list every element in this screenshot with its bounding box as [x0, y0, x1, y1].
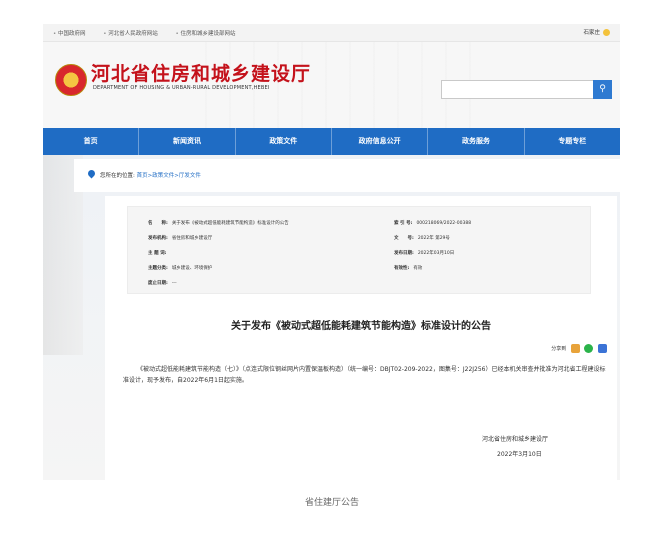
location-pin-icon — [86, 168, 97, 179]
article-body: 《被动式超低能耗建筑节能构造（七）》（点连式限位钢丝网片内置保温板构造）（统一编… — [123, 366, 606, 384]
link-hebei-gov[interactable]: 河北省人民政府网站 — [103, 31, 158, 37]
article-signature: 河北省住房和城乡建设厅 — [482, 436, 549, 443]
article-content: 名 称: 关于发布《被动式超低能耗建筑节能构造》标准设计的公告 索 引 号: 000… — [105, 196, 617, 480]
main-nav: 首页 新闻资讯 政策文件 政府信息公开 政务服务 专题专栏 — [43, 128, 620, 155]
document-info-box: 名 称: 关于发布《被动式超低能耗建筑节能构造》标准设计的公告 索 引 号: 000… — [127, 206, 591, 294]
image-caption: 省住建厅公告 — [304, 498, 359, 508]
publisher-value: 省住房和城乡建设厅 — [171, 236, 213, 241]
qq-icon[interactable] — [598, 344, 607, 353]
name-label: 名 称: — [148, 221, 168, 226]
wechat-icon[interactable] — [584, 344, 594, 353]
breadcrumb-path[interactable]: 首页>政策文件>厅发文件 — [137, 173, 201, 179]
date-label: 发布日期: — [394, 251, 414, 256]
category-value: 城乡建设、环境保护 — [171, 266, 213, 271]
nav-home[interactable]: 首页 — [43, 128, 140, 155]
breadcrumb-prefix: 您所在的位置: — [100, 173, 135, 179]
sun-icon — [603, 29, 610, 36]
index-value: 000218069/2022-00388 — [416, 221, 472, 226]
weibo-icon[interactable] — [570, 344, 580, 353]
category-label: 主题分类: — [148, 266, 168, 271]
repeal-label: 废止日期: — [148, 281, 168, 286]
webpage-screenshot: 中国政府网 河北省人民政府网站 住房和城乡建设部网站 石家庄 河北省住房和城乡建… — [43, 24, 620, 480]
article-date: 2022年3月10日 — [497, 451, 542, 458]
top-bar: 中国政府网 河北省人民政府网站 住房和城乡建设部网站 石家庄 — [43, 24, 620, 42]
name-value: 关于发布《被动式超低能耗建筑节能构造》标准设计的公告 — [171, 221, 289, 226]
docno-label: 文 号: — [394, 236, 414, 241]
site-subtitle: DEPARTMENT OF HOUSING & URBAN-RURAL DEVE… — [93, 85, 270, 91]
validity-value: 有效 — [413, 266, 423, 271]
nav-news[interactable]: 新闻资讯 — [139, 128, 236, 155]
subject-label: 主 题 词: — [148, 251, 167, 256]
breadcrumb: 您所在的位置: 首页>政策文件>厅发文件 — [74, 159, 620, 192]
index-label: 索 引 号: — [394, 221, 413, 226]
share-label: 分享到 — [551, 346, 567, 352]
article-title: 关于发布《被动式超低能耗建筑节能构造》标准设计的公告 — [231, 321, 491, 332]
repeal-value: --- — [171, 281, 177, 286]
national-emblem-icon — [55, 64, 87, 96]
search-button[interactable]: ⚲ — [593, 80, 612, 99]
link-gov[interactable]: 中国政府网 — [53, 31, 86, 37]
nav-policy[interactable]: 政策文件 — [236, 128, 332, 155]
top-links: 中国政府网 河北省人民政府网站 住房和城乡建设部网站 — [53, 29, 252, 37]
search-input[interactable] — [441, 80, 594, 99]
site-title[interactable]: 河北省住房和城乡建设厅 — [91, 59, 311, 86]
weather-city: 石家庄 — [583, 28, 610, 36]
date-value: 2022年03月10日 — [417, 251, 455, 256]
search-icon: ⚲ — [599, 84, 606, 94]
nav-services[interactable]: 政务服务 — [428, 128, 525, 155]
city-name: 石家庄 — [583, 30, 600, 36]
validity-label: 有效性: — [394, 266, 410, 271]
share-bar: 分享到 — [551, 344, 607, 353]
nav-topics[interactable]: 专题专栏 — [525, 128, 620, 155]
docno-value: 2022年 第29号 — [417, 236, 450, 241]
site-header: 河北省住房和城乡建设厅 DEPARTMENT OF HOUSING & URBA… — [43, 42, 620, 128]
link-mohurd[interactable]: 住房和城乡建设部网站 — [176, 31, 236, 37]
nav-info-disclosure[interactable]: 政府信息公开 — [332, 128, 429, 155]
publisher-label: 发布机构: — [148, 236, 168, 241]
